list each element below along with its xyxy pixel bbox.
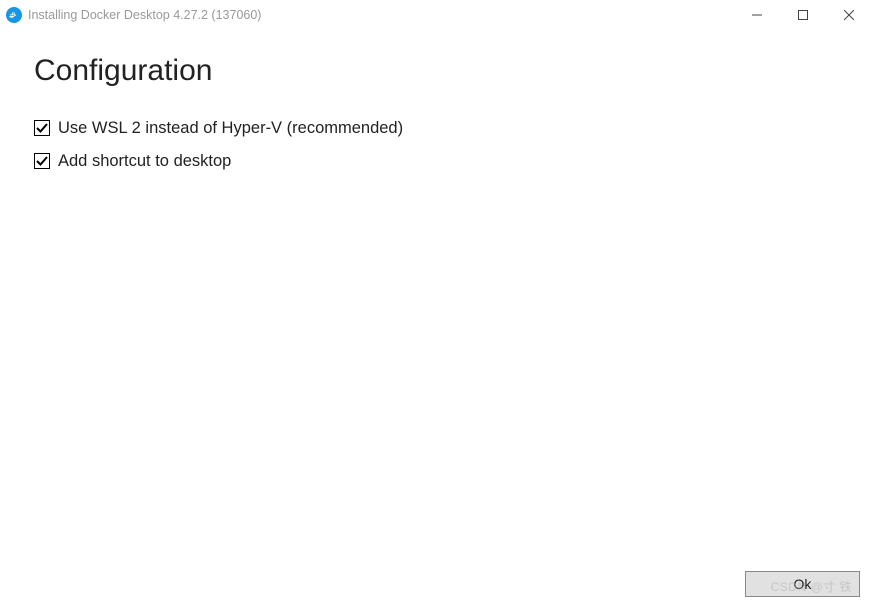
maximize-button[interactable]	[780, 0, 826, 30]
window-title: Installing Docker Desktop 4.27.2 (137060…	[28, 8, 734, 22]
footer: Ok	[745, 571, 860, 597]
option-label: Use WSL 2 instead of Hyper-V (recommende…	[58, 116, 403, 141]
page-title: Configuration	[34, 54, 838, 88]
content-area: Configuration Use WSL 2 instead of Hyper…	[0, 30, 872, 174]
checkbox-wsl2[interactable]	[34, 120, 50, 136]
checkbox-shortcut[interactable]	[34, 153, 50, 169]
option-shortcut: Add shortcut to desktop	[34, 149, 838, 174]
docker-icon	[6, 7, 22, 23]
option-wsl2: Use WSL 2 instead of Hyper-V (recommende…	[34, 116, 838, 141]
minimize-button[interactable]	[734, 0, 780, 30]
option-label: Add shortcut to desktop	[58, 149, 231, 174]
window-controls	[734, 0, 872, 30]
titlebar: Installing Docker Desktop 4.27.2 (137060…	[0, 0, 872, 30]
ok-button[interactable]: Ok	[745, 571, 860, 597]
close-button[interactable]	[826, 0, 872, 30]
